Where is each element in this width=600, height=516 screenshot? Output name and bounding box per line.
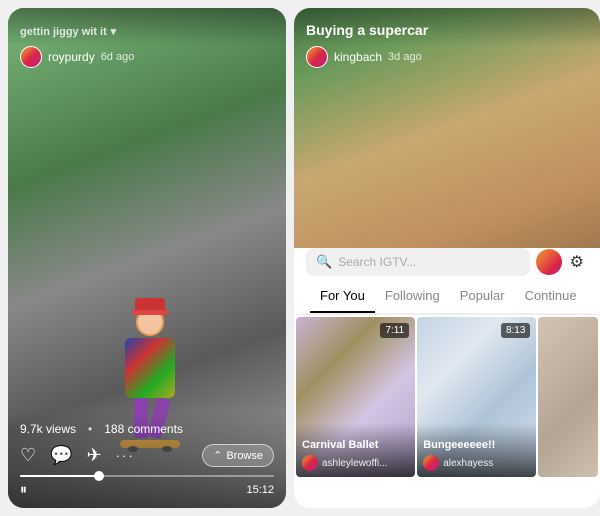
tab-continue[interactable]: Continue [515,280,587,313]
right-igtv-panel: Buying a supercar kingbach 3d ago 🔍 Sear… [294,8,600,508]
igtv-navigation: 🔍 Search IGTV... ⚙ For You Following Pop… [294,248,600,315]
search-icon: 🔍 [316,254,332,270]
grid-item-2[interactable] [538,317,598,477]
grid-duration-1: 8:13 [501,323,530,338]
left-top-bar: gettin jiggy wit it ▾ [8,8,286,46]
grid-info-0: Carnival Ballet ashleylewoffi... [296,423,415,477]
grid-bg-2 [538,317,598,477]
stats-row: 9.7k views • 188 comments [20,422,274,436]
heart-icon[interactable]: ♡ [20,445,36,466]
right-video-title: Buying a supercar [306,22,588,38]
tab-popular[interactable]: Popular [450,280,515,313]
igtv-tabs: For You Following Popular Continue [302,280,592,314]
actions-row: ♡ 💬 ✈ ··· ⌃ Browse [20,444,274,467]
title-chevron: ▾ [111,26,117,38]
right-user-row: kingbach 3d ago [306,46,422,68]
share-icon[interactable]: ✈ [87,445,102,466]
bottom-controls: ⏸ 15:12 [20,481,274,498]
left-video-title: gettin jiggy wit it ▾ [20,22,116,38]
dot-sep: • [88,422,92,436]
right-avatar[interactable] [306,46,328,68]
left-username[interactable]: roypurdy [48,50,95,64]
grid-user-row-0: ashleylewoffi... [302,455,409,471]
search-row: 🔍 Search IGTV... ⚙ [302,248,592,280]
comments-count: 188 comments [104,422,183,436]
tab-for-you[interactable]: For You [310,280,375,313]
video-grid: 7:11 Carnival Ballet ashleylewoffi... 8:… [294,315,600,508]
browse-button[interactable]: ⌃ Browse [202,444,274,467]
more-icon[interactable]: ··· [116,448,135,463]
search-placeholder-text: Search IGTV... [338,255,416,269]
body [125,338,175,398]
pause-icon[interactable]: ⏸ [20,481,27,498]
grid-item-1[interactable]: 8:13 Bungeeeeee!! alexhayess [417,317,536,477]
left-bottom-bar: 9.7k views • 188 comments ♡ 💬 ✈ ··· ⌃ Br… [8,414,286,508]
progress-fill [20,475,96,477]
app-container: gettin jiggy wit it ▾ roypurdy 6d ago 9.… [0,0,600,516]
grid-username-0: ashleylewoffi... [322,458,387,469]
right-username[interactable]: kingbach [334,50,382,64]
grid-username-1: alexhayess [443,458,493,469]
grid-title-1: Bungeeeeee!! [423,439,530,451]
head [136,308,164,336]
nav-icons: ⚙ [536,249,588,275]
grid-duration-0: 7:11 [380,323,409,338]
comment-icon[interactable]: 💬 [50,445,72,466]
left-avatar[interactable] [20,46,42,68]
right-time-ago: 3d ago [388,51,422,63]
progress-bar[interactable] [20,475,274,477]
gear-icon[interactable]: ⚙ [570,252,584,272]
progress-row[interactable] [20,475,274,477]
grid-avatar-0 [302,455,318,471]
left-time-ago: 6d ago [101,51,135,63]
grid-item-0[interactable]: 7:11 Carnival Ballet ashleylewoffi... [296,317,415,477]
grid-title-0: Carnival Ballet [302,439,409,451]
left-video-panel: gettin jiggy wit it ▾ roypurdy 6d ago 9.… [8,8,286,508]
left-user-row: roypurdy 6d ago [20,46,134,68]
right-video-area: Buying a supercar kingbach 3d ago [294,8,600,248]
grid-info-1: Bungeeeeee!! alexhayess [417,423,536,477]
progress-dot [94,471,104,481]
title-text: gettin jiggy wit it [20,26,107,38]
video-duration: 15:12 [246,484,274,496]
search-field[interactable]: 🔍 Search IGTV... [306,248,530,276]
views-count: 9.7k views [20,422,76,436]
tab-following[interactable]: Following [375,280,450,313]
hat [135,298,165,312]
profile-avatar-icon[interactable] [536,249,562,275]
browse-label: Browse [226,450,263,462]
grid-user-row-1: alexhayess [423,455,530,471]
right-top-bar: Buying a supercar [294,8,600,46]
grid-avatar-1 [423,455,439,471]
browse-chevron-icon: ⌃ [213,449,222,462]
